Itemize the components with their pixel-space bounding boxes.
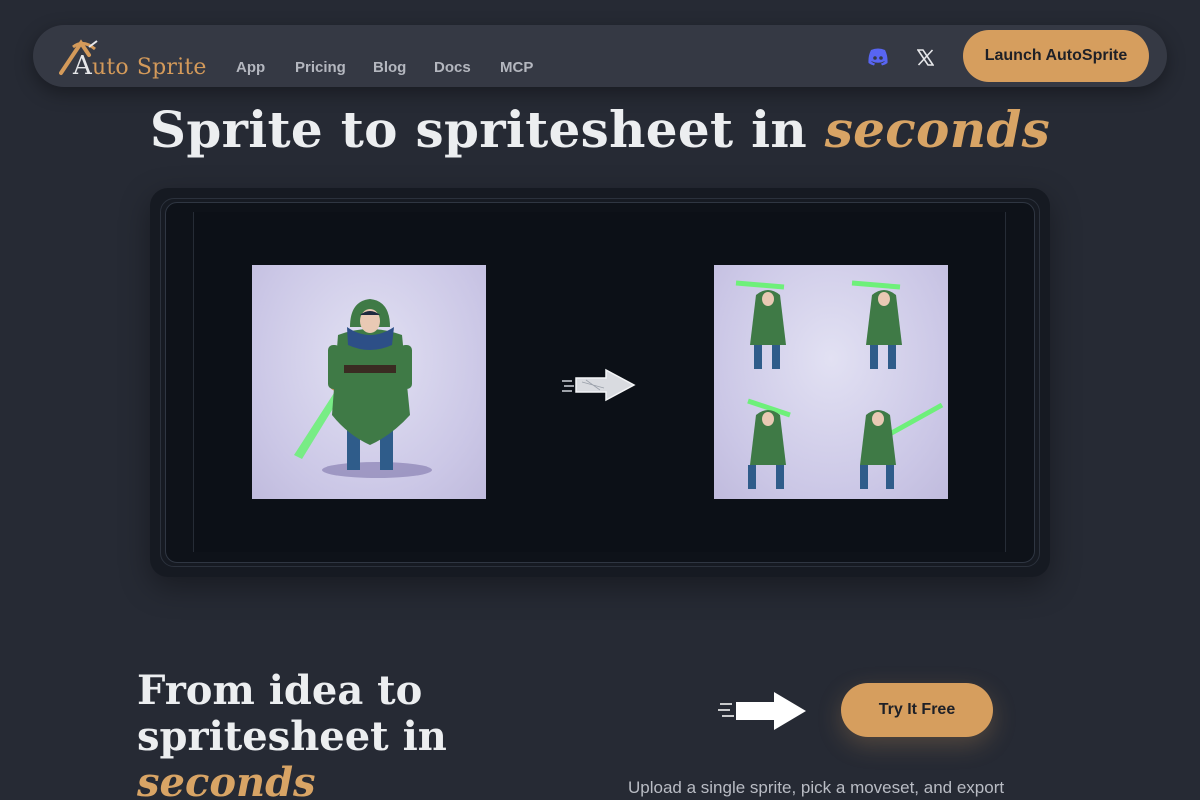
section-description: Upload a single sprite, pick a moveset, … [628, 778, 1005, 797]
output-spritesheet-image [714, 265, 948, 499]
nav-link-app[interactable]: App [236, 59, 265, 76]
launch-autosprite-button[interactable]: Launch AutoSprite [963, 30, 1149, 82]
nav-link-pricing[interactable]: Pricing [295, 59, 346, 76]
hero-title: Sprite to spritesheet in seconds [149, 100, 1051, 159]
nav-link-mcp[interactable]: MCP [500, 59, 533, 76]
nav-link-blog[interactable]: Blog [373, 59, 406, 76]
navbar: Auto Sprite App Pricing Blog Docs MCP Lau… [33, 25, 1167, 87]
try-it-free-button[interactable]: Try It Free [841, 683, 993, 737]
input-sprite-image [252, 265, 486, 499]
arrow-right-icon [718, 690, 808, 737]
discord-icon[interactable] [866, 45, 890, 69]
logo-text: Auto Sprite [73, 51, 207, 81]
section-title: From idea to spritesheet in seconds [137, 667, 447, 800]
arrow-right-icon [560, 366, 640, 411]
nav-link-docs[interactable]: Docs [434, 59, 471, 76]
x-icon[interactable] [913, 45, 937, 69]
